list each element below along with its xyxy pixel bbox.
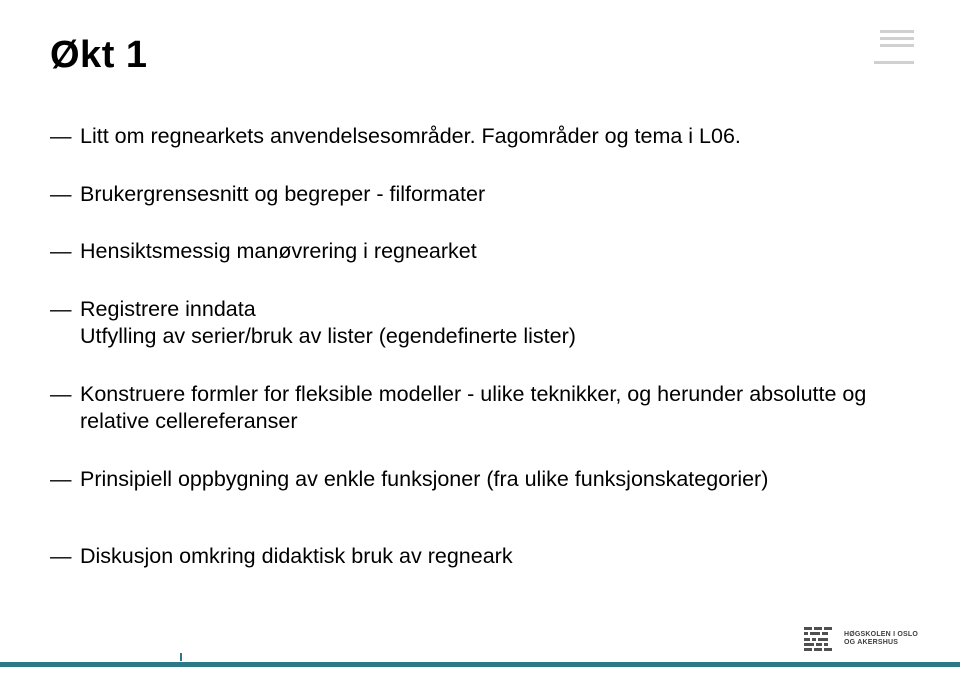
institution-logo: HØGSKOLEN I OSLO OG AKERSHUS xyxy=(804,627,918,651)
list-item: Hensiktsmessig manøvrering i regnearket xyxy=(50,238,910,266)
bullet-list: Litt om regnearkets anvendelsesområder. … xyxy=(50,123,910,571)
logo-line1: HØGSKOLEN I OSLO xyxy=(844,631,918,639)
accent-tick xyxy=(180,653,182,661)
bullet-text: Konstruere formler for fleksible modelle… xyxy=(80,382,866,434)
list-item: Konstruere formler for fleksible modelle… xyxy=(50,381,910,436)
bullet-text: Brukergrensesnitt og begreper - filforma… xyxy=(80,182,485,206)
decoration-top-right xyxy=(874,30,914,64)
list-item: Litt om regnearkets anvendelsesområder. … xyxy=(50,123,910,151)
slide: Økt 1 Litt om regnearkets anvendelsesomr… xyxy=(0,0,960,681)
bullet-text: Hensiktsmessig manøvrering i regnearket xyxy=(80,239,477,263)
list-item: Diskusjon omkring didaktisk bruk av regn… xyxy=(50,543,910,571)
list-item: Prinsipiell oppbygning av enkle funksjon… xyxy=(50,466,910,494)
bullet-subtext: Utfylling av serier/bruk av lister (egen… xyxy=(80,323,910,351)
bullet-text: Litt om regnearkets anvendelsesområder. … xyxy=(80,124,741,148)
bullet-text: Diskusjon omkring didaktisk bruk av regn… xyxy=(80,544,513,568)
list-item: Brukergrensesnitt og begreper - filforma… xyxy=(50,181,910,209)
accent-line xyxy=(0,662,960,667)
logo-text: HØGSKOLEN I OSLO OG AKERSHUS xyxy=(844,631,918,646)
list-item: Registrere inndata Utfylling av serier/b… xyxy=(50,296,910,351)
bullet-text: Registrere inndata xyxy=(80,297,256,321)
logo-line2: OG AKERSHUS xyxy=(844,639,918,647)
logo-mark-icon xyxy=(804,627,838,651)
slide-title: Økt 1 xyxy=(50,34,910,77)
bullet-text: Prinsipiell oppbygning av enkle funksjon… xyxy=(80,467,768,491)
